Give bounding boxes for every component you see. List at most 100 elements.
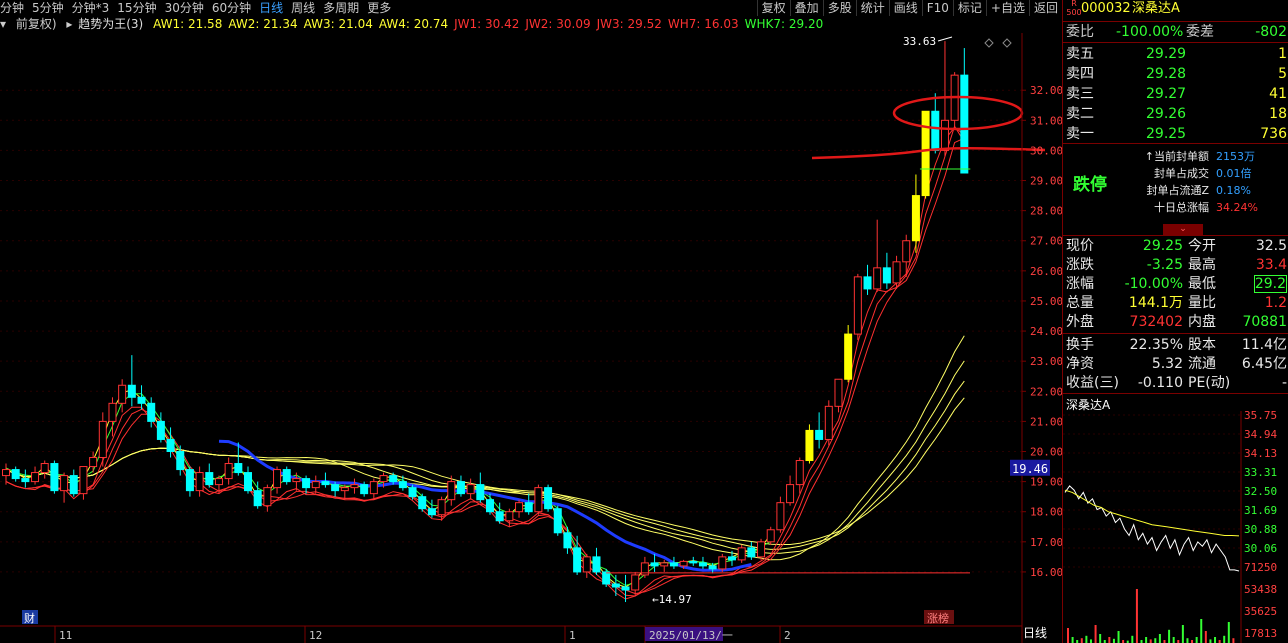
period-tab-1[interactable]: 5分钟 <box>32 0 64 16</box>
candle <box>21 478 30 483</box>
period-tab-0[interactable]: 分钟 <box>0 0 24 16</box>
intraday-mini-chart[interactable]: 35.75 34.94 34.13 33.31 32.50 31.69 30.88 30.06… <box>1063 411 1288 643</box>
y-tick-10: 22.00 <box>1030 385 1062 398</box>
kline-chart[interactable]: 33.63 ←14.97 32.00 31.00 30.00 29.00 28.00 27.… <box>0 33 1062 643</box>
period-tab-2[interactable]: 分钟*3 <box>72 0 110 16</box>
toolbar-button-4[interactable]: 画线 <box>888 0 922 16</box>
ask-label: 卖一 <box>1066 126 1094 142</box>
low-label: ←14.97 <box>652 593 692 606</box>
candle <box>553 508 562 534</box>
candle <box>931 110 940 151</box>
indicator-dropdown-icon[interactable]: ▾ <box>0 17 6 31</box>
candle <box>156 420 165 440</box>
quote-panel: R 500 000032 深桑达A 委比 -100.00% 委差 -802 卖五 2… <box>1023 0 1288 643</box>
y-tick-4: 28.00 <box>1030 205 1062 218</box>
mini-vol-bar <box>1094 625 1097 643</box>
period-tab-7[interactable]: 周线 <box>291 0 315 16</box>
ask-level-4[interactable]: 卖一 29.25 736 <box>1066 124 1288 144</box>
timeframe-tab[interactable]: 日线 <box>1023 625 1059 641</box>
mini-tick-3: 33.31 <box>1244 466 1277 479</box>
ask-level-0[interactable]: 卖五 29.29 1 <box>1066 44 1288 64</box>
candle <box>873 267 882 290</box>
mini-vol-bar <box>1181 625 1184 643</box>
candle <box>602 571 611 585</box>
ask-level-1[interactable]: 卖四 29.28 5 <box>1066 64 1288 84</box>
mini-vol-bar <box>1080 638 1083 643</box>
mini-vol-bar <box>1131 635 1134 643</box>
period-tab-4[interactable]: 30分钟 <box>165 0 204 16</box>
candle <box>611 583 620 588</box>
toolbar-button-1[interactable]: 叠加 <box>789 0 823 16</box>
y-tick-1: 31.00 <box>1030 114 1062 127</box>
toolbar-button-7[interactable]: +自选 <box>985 0 1029 16</box>
indicator-values: AW1: 21.58 AW2: 21.34 AW3: 21.04 AW4: 20.74… <box>153 17 829 31</box>
candle <box>795 460 804 486</box>
candle <box>282 469 291 483</box>
mini-vol-bar <box>1149 639 1152 643</box>
candle <box>621 586 630 591</box>
quote-row-4: 外盘 732402 内盘 70881 <box>1066 314 1287 330</box>
period-tab-5[interactable]: 60分钟 <box>212 0 251 16</box>
limit-tag-label: 涨榜 <box>927 611 949 625</box>
toolbar-button-8[interactable]: 返回 <box>1028 0 1062 16</box>
candle <box>89 457 98 468</box>
candle <box>940 119 949 151</box>
candle <box>331 484 340 492</box>
indicator-value-7: WH7: 16.03 <box>667 17 739 31</box>
period-toolbar: 分钟 5分钟 分钟*3 15分钟 30分钟 60分钟 日线 周线 多周期 更多 复权 叠加 多股 统计画… <box>0 0 1062 16</box>
toolbar-button-2[interactable]: 多股 <box>822 0 856 16</box>
finance-tag-label: 财 <box>24 611 35 625</box>
toolbar-button-0[interactable]: 复权 <box>756 0 790 16</box>
ask-label: 卖三 <box>1066 86 1094 102</box>
ask-price: 29.28 <box>1146 66 1187 82</box>
candle <box>708 565 717 570</box>
candle <box>573 547 582 573</box>
mini-vol-bar <box>1172 637 1175 643</box>
candle <box>166 438 175 452</box>
candle <box>757 541 766 558</box>
collapse-button[interactable]: ⌄ <box>1163 224 1203 235</box>
formula-name[interactable]: 趋势为王(3) <box>78 17 143 31</box>
candle <box>185 469 194 492</box>
mini-vol-bar <box>1204 631 1207 643</box>
y-tick-15: 17.00 <box>1030 536 1062 549</box>
period-tabs: 分钟 5分钟 分钟*3 15分钟 30分钟 60分钟 日线 周线 多周期 更多 <box>0 1 399 15</box>
candle <box>718 556 727 570</box>
candle <box>127 384 136 398</box>
ask-level-2[interactable]: 卖三 29.27 41 <box>1066 84 1288 104</box>
candle <box>302 478 311 489</box>
period-tab-6[interactable]: 日线 <box>259 0 283 16</box>
candles <box>2 41 969 603</box>
candle <box>534 487 543 513</box>
period-tab-8[interactable]: 多周期 <box>323 0 359 16</box>
candle <box>11 469 20 480</box>
candle <box>2 469 10 477</box>
mini-vol-bar <box>1158 634 1161 643</box>
candle <box>292 478 301 483</box>
adjust-mode[interactable]: 前复权) <box>16 17 57 31</box>
ask-level-3[interactable]: 卖二 29.26 18 <box>1066 104 1288 124</box>
toolbar-button-5[interactable]: F10 <box>921 0 953 16</box>
candle <box>660 562 669 567</box>
toolbar-button-6[interactable]: 标记 <box>952 0 986 16</box>
mini-tick-0: 35.75 <box>1244 411 1277 422</box>
candle <box>689 560 698 564</box>
candle <box>863 276 872 290</box>
mini-tick-7: 30.06 <box>1244 542 1277 555</box>
candle <box>205 472 214 486</box>
indicator-value-6: JW3: 29.52 <box>596 17 662 31</box>
quote-row-1: 涨跌 -3.25 最高 33.4 <box>1066 257 1287 273</box>
y-tick-14: 18.00 <box>1030 506 1062 519</box>
toolbar-button-3[interactable]: 统计 <box>855 0 889 16</box>
mini-tick-8: 71250 <box>1244 561 1277 574</box>
indicator-value-2: AW3: 21.04 <box>303 17 373 31</box>
ask-volume: 5 <box>1278 66 1287 82</box>
candle <box>224 463 233 480</box>
period-tab-3[interactable]: 15分钟 <box>117 0 156 16</box>
candle <box>495 511 504 522</box>
formula-dropdown-icon[interactable]: ▸ <box>66 17 72 31</box>
candle <box>505 511 514 522</box>
period-tab-9[interactable]: 更多 <box>367 0 391 16</box>
candle <box>892 261 901 284</box>
candle <box>273 469 282 489</box>
